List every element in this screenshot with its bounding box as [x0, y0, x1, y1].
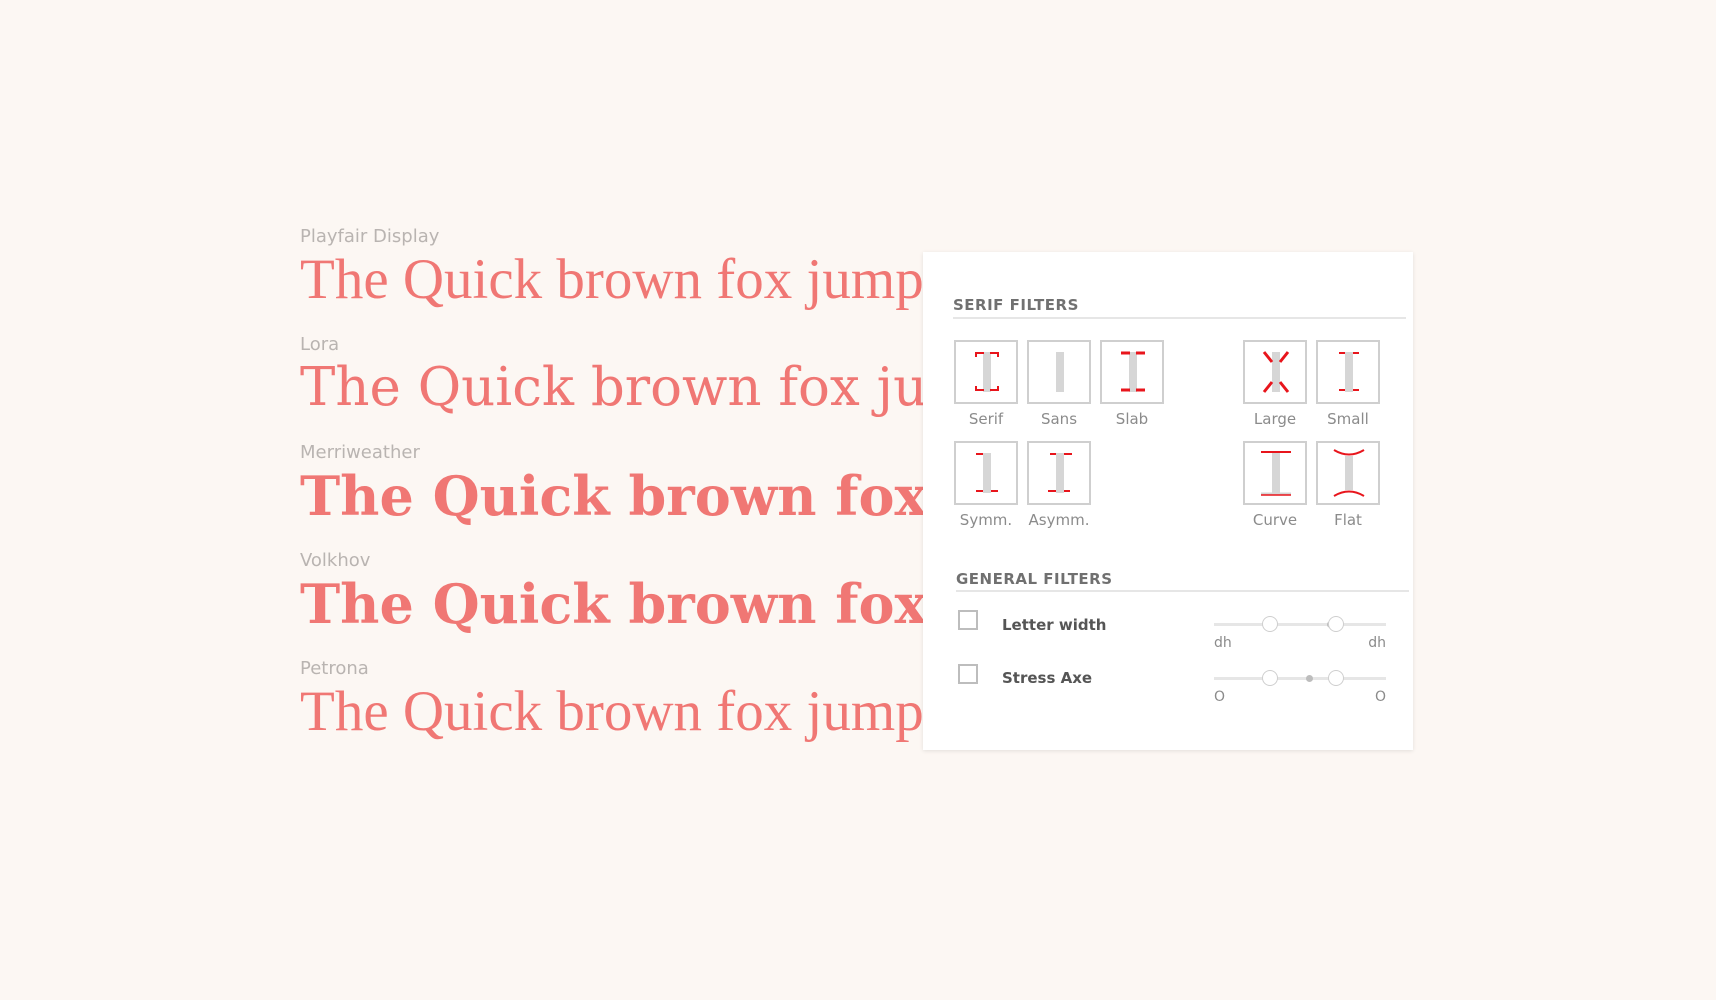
stress-axe-slider[interactable]: O O — [1214, 669, 1386, 705]
curve-glyph-icon — [1261, 451, 1291, 496]
small-serif-glyph-icon — [1339, 352, 1359, 392]
flat-glyph-icon — [1333, 449, 1365, 497]
filter-panel: SERIF FILTERS Serif Sans Slab Large Smal… — [923, 252, 1413, 750]
tile-label: Slab — [1115, 410, 1149, 428]
slider-max-handle[interactable] — [1328, 616, 1344, 632]
specimen-font-name: Playfair Display — [300, 226, 440, 247]
specimen-playfair-display[interactable]: Playfair Display The Quick brown fox jum… — [300, 226, 924, 334]
tile-label: Asymm. — [1028, 511, 1090, 529]
specimen-lora[interactable]: Lora The Quick brown fox jumped over the… — [300, 334, 924, 442]
specimen-sample-text: The Quick brown fox jumped over the lazy… — [300, 680, 924, 743]
filter-tile-slab[interactable]: Slab — [1100, 340, 1164, 428]
divider — [953, 317, 1406, 319]
tile-label: Curve — [1252, 511, 1298, 529]
slider-min-handle[interactable] — [1262, 670, 1278, 686]
specimen-petrona[interactable]: Petrona The Quick brown fox jumped over … — [300, 658, 924, 766]
slider-min-handle[interactable] — [1262, 616, 1278, 632]
letter-width-label: Letter width — [1002, 616, 1107, 634]
symmetric-glyph-icon — [976, 453, 998, 493]
serif-glyph-icon — [975, 352, 999, 392]
filter-tile-small[interactable]: Small — [1316, 340, 1380, 428]
filter-tile-large[interactable]: Large — [1243, 340, 1307, 428]
tile-label: Symm. — [959, 511, 1013, 529]
filter-tile-sans[interactable]: Sans — [1027, 340, 1091, 428]
letter-width-checkbox[interactable] — [958, 610, 978, 630]
tile-label: Small — [1327, 410, 1369, 428]
font-specimen-list: Playfair Display The Quick brown fox jum… — [300, 226, 924, 766]
specimen-sample-text: The Quick brown fox jumped over the lazy… — [300, 572, 924, 636]
slab-glyph-icon — [1121, 351, 1145, 392]
filter-tile-serif[interactable]: Serif — [954, 340, 1018, 428]
specimen-sample-text: The Quick brown fox jumped over the lazy… — [300, 464, 924, 528]
slider-max-label: O — [1374, 689, 1386, 705]
specimen-font-name: Petrona — [300, 658, 369, 679]
specimen-sample-text: The Quick brown fox jumped over the lazy… — [300, 248, 924, 311]
asymmetric-glyph-icon — [1048, 453, 1072, 493]
large-serif-glyph-icon — [1262, 351, 1290, 393]
divider — [956, 590, 1409, 592]
tile-label: Serif — [968, 410, 1004, 428]
slider-dot — [1306, 675, 1313, 682]
slider-min-label: O — [1214, 689, 1226, 705]
specimen-font-name: Volkhov — [300, 550, 371, 571]
serif-filters-title: SERIF FILTERS — [953, 296, 1079, 314]
slider-max-handle[interactable] — [1328, 670, 1344, 686]
filter-tile-asymm[interactable]: Asymm. — [1027, 441, 1091, 529]
specimen-sample-text: The Quick brown fox jumped over the lazy… — [300, 357, 924, 418]
general-filters-title: GENERAL FILTERS — [956, 570, 1113, 588]
specimen-merriweather[interactable]: Merriweather The Quick brown fox jumped … — [300, 442, 924, 550]
stress-axe-label: Stress Axe — [1002, 669, 1093, 687]
slider-max-label: dh — [1368, 635, 1386, 651]
tile-label: Flat — [1334, 511, 1362, 529]
tile-label: Large — [1253, 410, 1297, 428]
specimen-volkhov[interactable]: Volkhov The Quick brown fox jumped over … — [300, 550, 924, 658]
slider-min-label: dh — [1214, 635, 1232, 651]
filter-tile-symm[interactable]: Symm. — [954, 441, 1018, 529]
filter-tile-flat[interactable]: Flat — [1316, 441, 1380, 529]
sans-glyph-icon — [1056, 352, 1064, 392]
filter-tile-curve[interactable]: Curve — [1243, 441, 1307, 529]
specimen-font-name: Lora — [300, 334, 340, 355]
stress-axe-checkbox[interactable] — [958, 664, 978, 684]
tile-label: Sans — [1040, 410, 1078, 428]
specimen-font-name: Merriweather — [300, 442, 420, 463]
letter-width-slider[interactable]: dh dh — [1214, 615, 1386, 651]
